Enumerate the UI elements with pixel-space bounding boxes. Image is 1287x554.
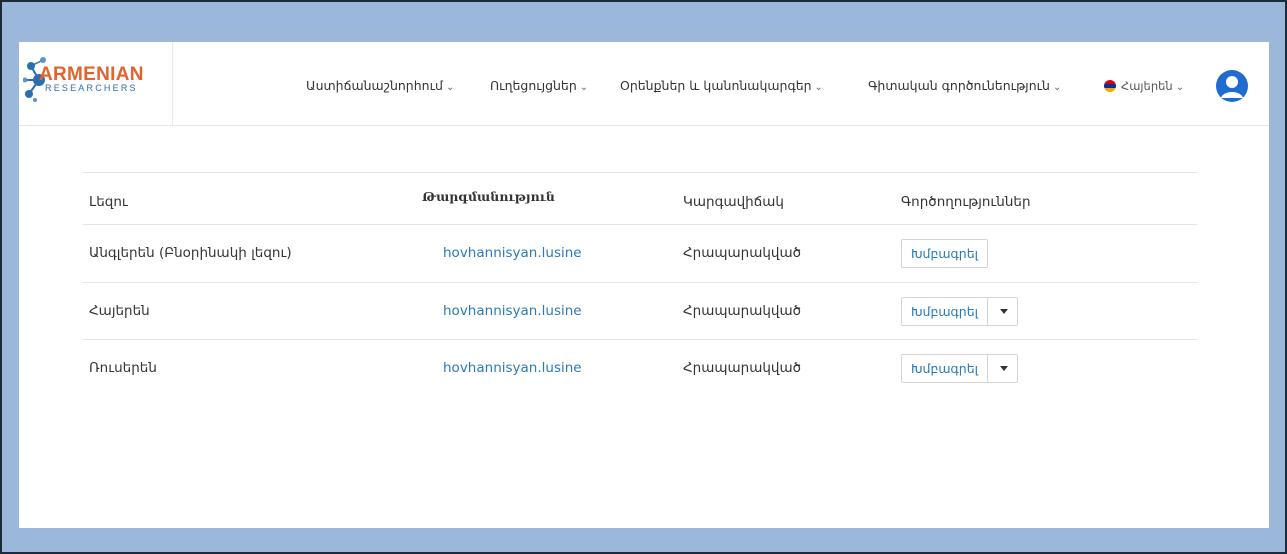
nav-item-laws[interactable]: Օրենքներ և կանոնակարգեր ⌄: [620, 78, 823, 93]
edit-button-group: Խմբագրել: [901, 354, 1019, 383]
nav-item-label: Գիտական գործունեություն: [868, 78, 1050, 93]
table-row: Հայերեն hovhannisyan.lusine Հրապարակված …: [83, 282, 1197, 339]
nav-item-degree[interactable]: Աստիճանաշնորհում ⌄: [306, 78, 454, 93]
translator-link[interactable]: hovhannisyan.lusine: [443, 303, 582, 319]
edit-button-group: Խմբագրել: [901, 297, 1019, 326]
logo-subtitle: RESEARCHERS: [45, 83, 138, 93]
row-status: Հրապարակված: [683, 245, 802, 261]
row-language: Անգլերեն (Բնօրինակի լեզու): [89, 245, 292, 261]
nav-item-science[interactable]: Գիտական գործունեություն ⌄: [868, 78, 1061, 93]
armenia-flag-icon: [1104, 80, 1116, 92]
page-window: ARMENIAN RESEARCHERS Աստիճանաշնորհում ⌄ Ո…: [19, 42, 1269, 528]
edit-button-group: Խմբագրել: [901, 239, 989, 268]
chevron-down-icon: ⌄: [1052, 82, 1062, 93]
navbar: ARMENIAN RESEARCHERS Աստիճանաշնորհում ⌄ Ո…: [19, 42, 1269, 126]
edit-button[interactable]: Խմբագրել: [902, 298, 987, 325]
chevron-down-icon: ⌄: [1175, 82, 1185, 93]
edit-button[interactable]: Խմբագրել: [902, 240, 987, 267]
language-label: Հայերեն: [1121, 79, 1173, 93]
dropdown-toggle-icon[interactable]: [987, 355, 1017, 382]
header-actions: Գործողություններ: [901, 194, 1031, 210]
user-silhouette-icon: [1221, 76, 1243, 98]
logo[interactable]: ARMENIAN RESEARCHERS: [19, 42, 173, 126]
language-selector[interactable]: Հայերեն ⌄: [1121, 79, 1184, 93]
translator-link[interactable]: hovhannisyan.lusine: [443, 360, 582, 376]
table-row: Անգլերեն (Բնօրինակի լեզու) hovhannisyan.…: [83, 224, 1197, 282]
nav-item-label: Օրենքներ և կանոնակարգեր: [620, 78, 812, 93]
translator-link[interactable]: hovhannisyan.lusine: [443, 245, 582, 261]
nav-item-guides[interactable]: Ուղեցույցներ ⌄: [490, 78, 588, 93]
header-translation: Թարգմանություն: [422, 189, 555, 204]
header-status: Կարգավիճակ: [683, 194, 784, 210]
header-language: Լեզու: [89, 194, 128, 210]
nav-item-label: Աստիճանաշնորհում: [306, 78, 443, 93]
chevron-down-icon: ⌄: [814, 82, 823, 93]
row-language: Հայերեն: [89, 303, 150, 319]
edit-button[interactable]: Խմբագրել: [902, 355, 987, 382]
table-row: Ռուսերեն hovhannisyan.lusine Հրապարակված…: [83, 339, 1197, 397]
chevron-down-icon: ⌄: [579, 82, 589, 93]
user-avatar-icon[interactable]: [1216, 70, 1248, 102]
row-status: Հրապարակված: [683, 360, 802, 376]
nav-item-label: Ուղեցույցներ: [490, 78, 577, 93]
chevron-down-icon: ⌄: [445, 82, 455, 93]
dropdown-toggle-icon[interactable]: [987, 298, 1017, 325]
row-status: Հրապարակված: [683, 303, 802, 319]
row-language: Ռուսերեն: [89, 360, 157, 376]
table-header-row: Լեզու Թարգմանություն Կարգավիճակ Գործողու…: [83, 172, 1197, 224]
